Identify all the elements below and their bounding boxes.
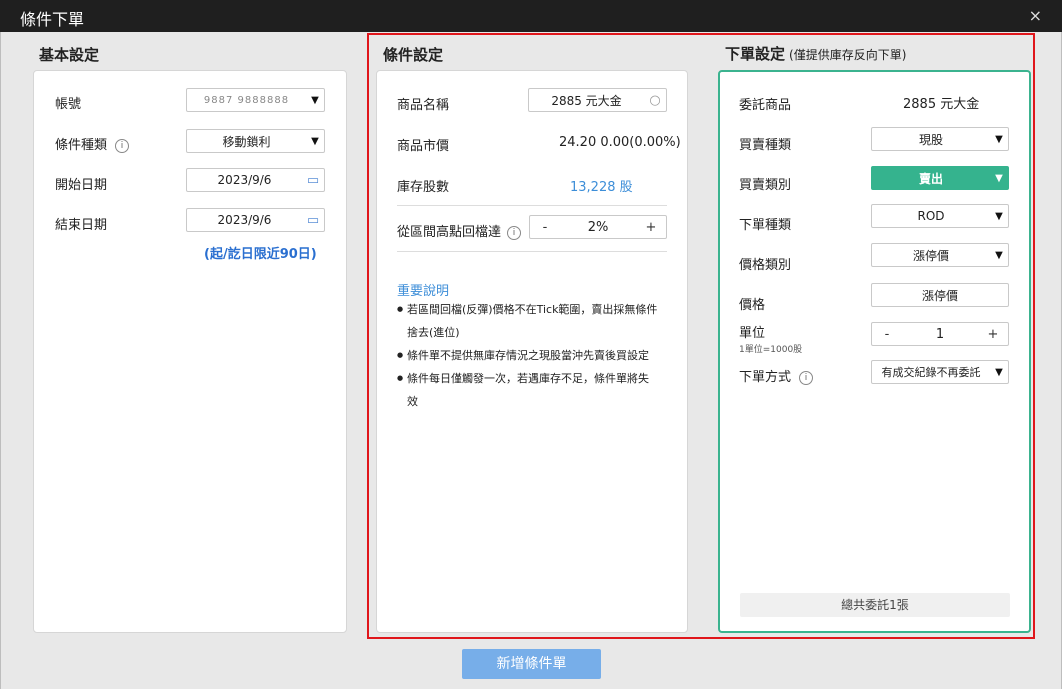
- title-bar: 條件下單 ×: [0, 0, 1062, 32]
- account-label: 帳號: [55, 97, 82, 112]
- order-method-label-text: 下單方式: [739, 370, 792, 385]
- market-price-label: 商品市價: [397, 139, 450, 154]
- unit-stepper[interactable]: - 1 +: [871, 322, 1009, 346]
- unit-minus-button[interactable]: -: [872, 327, 902, 342]
- info-icon[interactable]: i: [115, 138, 130, 153]
- close-icon[interactable]: ×: [1029, 6, 1042, 25]
- add-condition-order-button[interactable]: 新增條件單: [462, 649, 601, 679]
- order-type-value: ROD: [917, 209, 945, 223]
- chevron-down-icon: ▼: [995, 172, 1003, 184]
- end-date-value: 2023/9/6: [217, 213, 272, 227]
- price-type-value: 漲停價: [912, 248, 949, 263]
- price-type-select[interactable]: 漲停價 ▼: [871, 243, 1009, 267]
- search-icon[interactable]: ○: [644, 93, 666, 108]
- market-price-value: 24.20 0.00(0.00%): [559, 135, 681, 150]
- trade-type-label: 買賣種類: [739, 138, 792, 153]
- order-method-value: 有成交紀錄不再委託: [881, 366, 981, 379]
- pullback-stepper[interactable]: - 2% +: [529, 215, 667, 239]
- condition-type-label-text: 條件種類: [55, 138, 108, 153]
- divider: [397, 251, 667, 252]
- pullback-label-text: 從區間高點回檔達: [397, 225, 502, 240]
- unit-label: 單位 1單位=1000股: [739, 322, 802, 355]
- info-icon[interactable]: i: [507, 225, 522, 240]
- pullback-value[interactable]: 2%: [560, 220, 636, 235]
- side-label: 買賣類別: [739, 178, 792, 193]
- note-item-continuation: 效: [407, 395, 418, 408]
- price-value: 漲停價: [921, 288, 958, 303]
- unit-label-text: 單位: [739, 326, 766, 341]
- trade-type-select[interactable]: 現股 ▼: [871, 127, 1009, 151]
- info-icon[interactable]: i: [799, 370, 814, 385]
- note-item-continuation: 捨去(進位): [407, 326, 460, 339]
- order-product-value: 2885 元大金: [903, 97, 980, 112]
- unit-value[interactable]: 1: [902, 327, 978, 342]
- condition-type-value: 移動鎖利: [222, 134, 271, 149]
- order-method-select[interactable]: 有成交紀錄不再委託 ▼: [871, 360, 1009, 384]
- side-value: 賣出: [918, 171, 943, 186]
- stock-qty-value: 13,228 股: [570, 180, 633, 195]
- condition-type-select[interactable]: 移動鎖利 ▼: [186, 129, 325, 153]
- basic-settings-title: 基本設定: [39, 46, 100, 64]
- account-select[interactable]: 9887 9888888 ▼: [186, 88, 325, 112]
- important-notes: 若區間回檔(反彈)價格不在Tick範圍，賣出採無條件 捨去(進位) 條件單不提供…: [397, 298, 677, 413]
- end-date-label: 結束日期: [55, 218, 108, 233]
- side-select[interactable]: 賣出 ▼: [871, 166, 1009, 190]
- pullback-label: 從區間高點回檔達 i: [397, 221, 522, 240]
- chevron-down-icon: ▼: [995, 133, 1003, 145]
- stock-qty-label: 庫存股數: [397, 180, 450, 195]
- pullback-minus-button[interactable]: -: [530, 220, 560, 235]
- price-input[interactable]: 漲停價: [871, 283, 1009, 307]
- date-range-note: (起/訖日限近90日): [204, 247, 317, 262]
- note-item: 若區間回檔(反彈)價格不在Tick範圍，賣出採無條件: [397, 298, 677, 321]
- important-notes-title: 重要說明: [397, 284, 450, 299]
- price-label: 價格: [739, 298, 766, 313]
- note-item: 條件每日僅觸發一次，若遇庫存不足，條件單將失: [397, 367, 677, 390]
- unit-hint: 1單位=1000股: [739, 345, 803, 355]
- window-title: 條件下單: [20, 10, 85, 29]
- start-date-input[interactable]: 2023/9/6 ▭: [186, 168, 325, 192]
- order-method-label: 下單方式 i: [739, 366, 814, 385]
- start-date-label: 開始日期: [55, 178, 108, 193]
- chevron-down-icon: ▼: [995, 210, 1003, 222]
- calendar-icon[interactable]: ▭: [302, 173, 324, 188]
- order-product-label: 委託商品: [739, 98, 792, 113]
- pullback-plus-button[interactable]: +: [636, 220, 666, 235]
- chevron-down-icon: ▼: [311, 135, 319, 147]
- product-name-value: 2885 元大金: [551, 93, 622, 108]
- product-search-input[interactable]: 2885 元大金 ○: [528, 88, 667, 112]
- order-type-select[interactable]: ROD ▼: [871, 204, 1009, 228]
- basic-settings-panel: [33, 70, 347, 633]
- account-value: 9887 9888888: [203, 94, 290, 106]
- start-date-value: 2023/9/6: [217, 173, 272, 187]
- unit-plus-button[interactable]: +: [978, 327, 1008, 342]
- price-type-label: 價格類別: [739, 258, 792, 273]
- divider: [397, 205, 667, 206]
- product-name-label: 商品名稱: [397, 98, 450, 113]
- chevron-down-icon: ▼: [311, 94, 319, 106]
- calendar-icon[interactable]: ▭: [302, 213, 324, 228]
- order-type-label: 下單種類: [739, 218, 792, 233]
- condition-type-label: 條件種類 i: [55, 134, 130, 153]
- order-total: 總共委託1張: [740, 593, 1010, 617]
- note-item: 條件單不提供無庫存情況之現股當沖先賣後買設定: [397, 344, 677, 367]
- chevron-down-icon: ▼: [995, 366, 1003, 378]
- end-date-input[interactable]: 2023/9/6 ▭: [186, 208, 325, 232]
- chevron-down-icon: ▼: [995, 249, 1003, 261]
- trade-type-value: 現股: [918, 132, 943, 147]
